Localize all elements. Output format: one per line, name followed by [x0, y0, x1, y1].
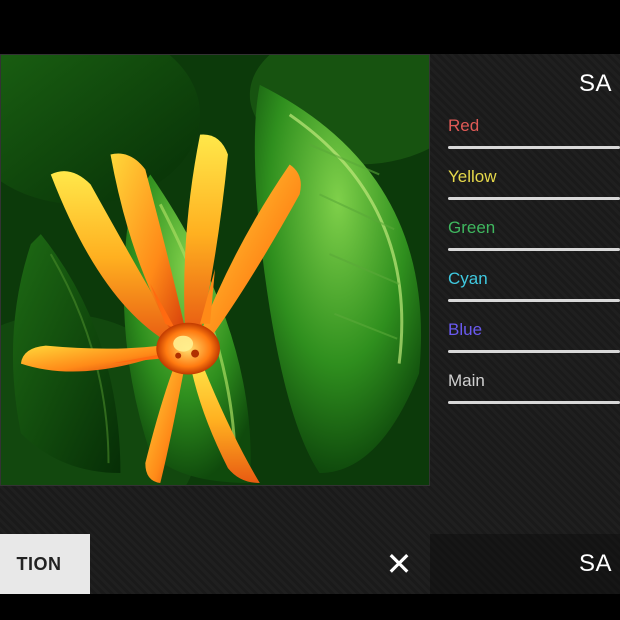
slider-label-cyan: Cyan: [448, 269, 620, 289]
panel-title: SA: [579, 70, 612, 98]
slider-label-green: Green: [448, 218, 620, 238]
slider-label-main: Main: [448, 371, 620, 391]
slider-track-green[interactable]: [448, 248, 620, 251]
controls-pane: SA Red Yellow Green Cyan Blue: [430, 54, 620, 594]
preview-image[interactable]: [0, 54, 430, 486]
slider-track-blue[interactable]: [448, 350, 620, 353]
slider-main: Main: [448, 371, 620, 404]
slider-list: Red Yellow Green Cyan Blue Main: [430, 114, 620, 534]
slider-track-main[interactable]: [448, 401, 620, 404]
slider-label-yellow: Yellow: [448, 167, 620, 187]
flower-photo: [1, 55, 429, 485]
slider-label-red: Red: [448, 116, 620, 136]
mode-tab-saturation[interactable]: TION: [0, 534, 90, 594]
slider-label-blue: Blue: [448, 320, 620, 340]
close-icon: ✕: [386, 545, 413, 583]
controls-footer[interactable]: SA: [430, 534, 620, 594]
close-button[interactable]: ✕: [368, 534, 430, 594]
controls-header: SA: [430, 54, 620, 114]
slider-track-cyan[interactable]: [448, 299, 620, 302]
mode-tab-label: TION: [17, 554, 62, 575]
slider-red: Red: [448, 116, 620, 149]
bottom-spacer: [90, 534, 368, 594]
editor-app: TION ✕ SA Red Yellow Green: [0, 54, 620, 594]
slider-blue: Blue: [448, 320, 620, 353]
preview-pane: TION ✕: [0, 54, 430, 594]
slider-track-red[interactable]: [448, 146, 620, 149]
slider-cyan: Cyan: [448, 269, 620, 302]
slider-green: Green: [448, 218, 620, 251]
slider-yellow: Yellow: [448, 167, 620, 200]
bottom-bar: TION ✕: [0, 534, 430, 594]
footer-label: SA: [579, 550, 612, 578]
slider-track-yellow[interactable]: [448, 197, 620, 200]
